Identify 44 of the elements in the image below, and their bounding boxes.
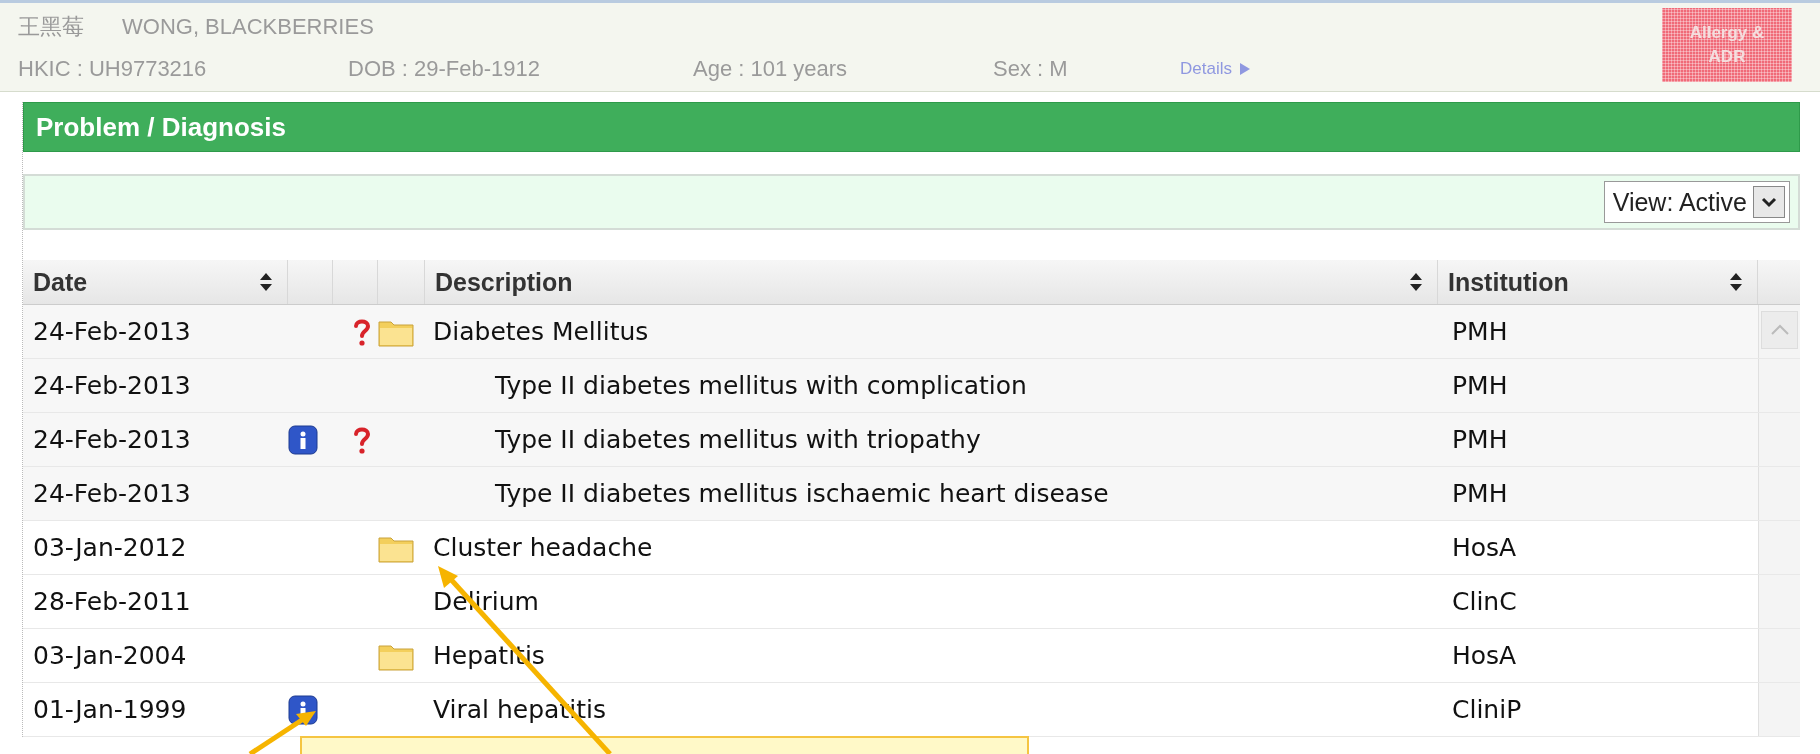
institution-cell-text: ClinC — [1451, 587, 1517, 616]
institution-cell-text: PMH — [1451, 317, 1508, 346]
date-cell-text: 01-Jan-1999 — [32, 695, 187, 724]
description-cell-text: Cluster headache — [432, 533, 653, 562]
description-cell-text: Type II diabetes mellitus with triopathy — [494, 425, 981, 454]
institution-cell-text: PMH — [1451, 479, 1508, 508]
date-cell-text: 24-Feb-2013 — [32, 479, 191, 508]
sort-icon[interactable] — [1409, 272, 1423, 292]
sort-icon[interactable] — [259, 272, 273, 292]
dob-text: DOB : 29-Feb-1912 — [348, 56, 541, 82]
chevron-up-icon — [1769, 324, 1790, 336]
info-icon[interactable] — [288, 424, 318, 455]
date-cell-text: 03-Jan-2012 — [32, 533, 187, 562]
column-header[interactable]: Date — [23, 260, 288, 304]
table-row[interactable]: 24-Feb-2013 Type II diabetes mellitus ischaemic heart disease PMH — [23, 467, 1800, 521]
institution-cell-text: PMH — [1451, 371, 1508, 400]
description-cell-text: Diabetes Mellitus — [432, 317, 649, 346]
patient-name: WONG, BLACKBERRIES — [122, 14, 374, 40]
description-cell-text: Type II diabetes mellitus with complication — [494, 371, 1027, 400]
table-row[interactable]: 03-Jan-2012 Cluster headache HosA — [23, 521, 1800, 575]
chevron-icon — [1761, 196, 1777, 208]
pointer-arrow — [248, 711, 316, 754]
institution-cell-text: HosA — [1451, 533, 1517, 562]
column-header[interactable]: Institution — [1438, 260, 1758, 304]
triangle-icon — [1239, 63, 1250, 75]
table-row[interactable]: 24-Feb-2013 Type II diabetes mellitus with triopathy PMH — [23, 413, 1800, 467]
date-cell-text: 28-Feb-2011 — [32, 587, 191, 616]
date-cell-text: 24-Feb-2013 — [32, 425, 191, 454]
institution-cell-text: HosA — [1451, 641, 1517, 670]
sort-icon[interactable] — [1729, 272, 1743, 292]
view-select[interactable]: View: Active — [1603, 181, 1790, 223]
table-row[interactable]: 24-Feb-2013 Type II diabetes mellitus with complication PMH — [23, 359, 1800, 413]
column-header[interactable]: Description — [425, 260, 1438, 304]
age-text: Age : 101 years — [693, 56, 849, 82]
institution-cell-text: CliniP — [1451, 695, 1522, 724]
description-cell-text: Type II diabetes mellitus ischaemic heart disease — [494, 479, 1109, 508]
date-cell-text: 03-Jan-2004 — [32, 641, 187, 670]
date-cell-text: 24-Feb-2013 — [32, 371, 191, 400]
date-cell-text: 24-Feb-2013 — [32, 317, 191, 346]
panel-title: Problem / Diagnosis — [23, 102, 1800, 152]
patient-name-local: 王黑莓 — [18, 13, 85, 41]
institution-cell-text: PMH — [1451, 425, 1508, 454]
sex-text: Sex : M — [993, 56, 1069, 82]
hkic-text: HKIC : UH9773216 — [18, 56, 208, 82]
